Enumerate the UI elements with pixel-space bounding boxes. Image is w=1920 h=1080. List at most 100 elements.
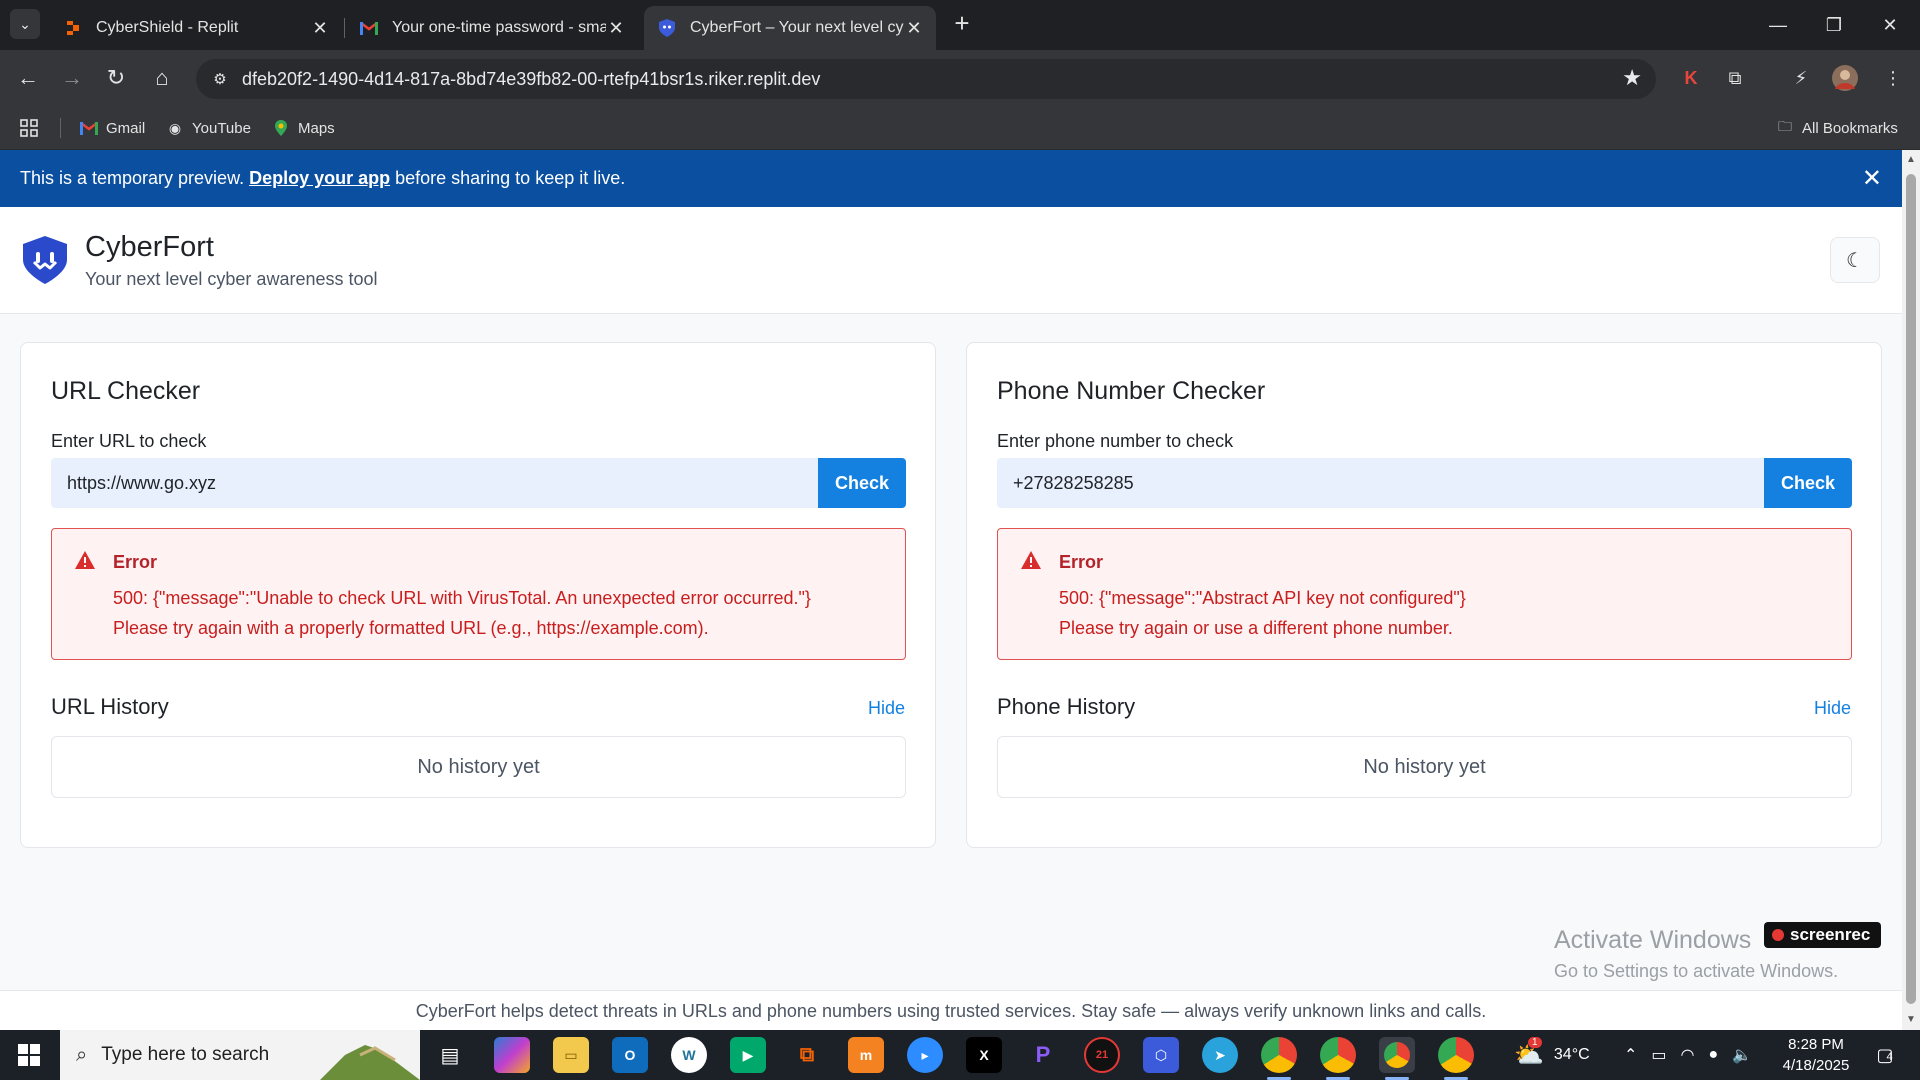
all-bookmarks[interactable]: 🗀 All Bookmarks bbox=[1776, 116, 1898, 140]
moon-icon: ☾ bbox=[1846, 249, 1864, 272]
app-subtitle: Your next level cyber awareness tool bbox=[85, 269, 378, 289]
chrome-active-icon[interactable] bbox=[1379, 1037, 1415, 1080]
phone-field-label: Enter phone number to check bbox=[997, 431, 1234, 451]
bookmark-maps[interactable]: Maps bbox=[272, 116, 335, 140]
bookmark-youtube[interactable]: ◉ YouTube bbox=[166, 116, 251, 140]
phone-input[interactable] bbox=[997, 458, 1765, 508]
check-phone-button[interactable]: Check bbox=[1764, 458, 1852, 508]
bookmark-divider bbox=[60, 118, 61, 138]
card-title: URL Checker bbox=[51, 377, 201, 405]
close-tab-icon[interactable]: ✕ bbox=[310, 18, 330, 39]
bookmark-star-icon[interactable]: ★ bbox=[1622, 65, 1642, 91]
close-tab-icon[interactable]: ✕ bbox=[904, 18, 924, 39]
chrome-alt-icon[interactable] bbox=[1438, 1037, 1474, 1080]
close-window-icon[interactable]: ✕ bbox=[1862, 0, 1918, 50]
windows-taskbar: ⌕ Type here to search ▤ ▭ O W ▶ ⧉ m ▸ X … bbox=[0, 1030, 1920, 1080]
page-scrollbar[interactable]: ▲ ▼ bbox=[1902, 150, 1920, 1030]
profile-avatar[interactable] bbox=[1830, 63, 1860, 93]
folder-icon: 🗀 bbox=[1778, 118, 1792, 134]
back-icon[interactable]: ← bbox=[10, 60, 46, 96]
hide-history-link[interactable]: Hide bbox=[868, 698, 905, 719]
url-text[interactable]: dfeb20f2-1490-4d14-817a-8bd74e39fb82-00-… bbox=[242, 69, 820, 90]
banner-text-suffix: before sharing to keep it live. bbox=[395, 168, 626, 188]
app-title: CyberFort bbox=[85, 231, 214, 263]
history-empty: No history yet bbox=[51, 736, 906, 798]
dark-mode-toggle[interactable]: ☾ bbox=[1830, 237, 1880, 283]
taskbar-clock[interactable]: 8:28 PM 4/18/2025 bbox=[1766, 1034, 1866, 1076]
app-orange-icon[interactable]: m bbox=[848, 1037, 884, 1073]
forward-icon[interactable]: → bbox=[54, 60, 90, 96]
preview-banner: This is a temporary preview. Deploy your… bbox=[0, 150, 1902, 207]
wifi-icon[interactable]: ◠ bbox=[1681, 1045, 1695, 1065]
chevron-up-icon[interactable]: ⌃ bbox=[1624, 1045, 1637, 1065]
tab-cyberfort[interactable]: CyberFort – Your next level cyber ✕ bbox=[644, 6, 936, 50]
scroll-thumb[interactable] bbox=[1906, 174, 1916, 1004]
card-title: Phone Number Checker bbox=[997, 377, 1266, 405]
weather-icon: ⛅ 1 bbox=[1514, 1036, 1544, 1069]
url-input[interactable] bbox=[51, 458, 819, 508]
replit-taskbar-icon[interactable]: ⧉ bbox=[789, 1037, 825, 1073]
task-view-icon[interactable]: ▤ bbox=[432, 1037, 468, 1073]
error-hint: Please try again with a properly formatt… bbox=[113, 618, 709, 638]
minimize-icon[interactable]: — bbox=[1750, 0, 1806, 50]
volume-icon[interactable]: 🔈 bbox=[1732, 1045, 1752, 1065]
hide-history-link[interactable]: Hide bbox=[1814, 698, 1851, 719]
microphone-icon[interactable]: ● bbox=[1709, 1046, 1719, 1064]
screenrec-label: screenrec bbox=[1790, 925, 1871, 944]
close-icon[interactable]: ✕ bbox=[1862, 164, 1882, 193]
check-url-button[interactable]: Check bbox=[818, 458, 906, 508]
tab-cybershield-replit[interactable]: CyberShield - Replit ✕ bbox=[50, 6, 342, 50]
scroll-up-icon[interactable]: ▲ bbox=[1906, 154, 1916, 165]
search-icon: ⌕ bbox=[76, 1043, 88, 1066]
cyberfort-icon bbox=[658, 19, 676, 37]
weather-badge: 1 bbox=[1528, 1036, 1542, 1048]
restore-icon[interactable]: ❐ bbox=[1806, 0, 1862, 50]
x-icon[interactable]: X bbox=[966, 1037, 1002, 1073]
meet-icon[interactable]: ▶ bbox=[730, 1037, 766, 1073]
bookmarks-bar: Gmail ◉ YouTube Maps 🗀 All Bookmarks bbox=[0, 106, 1920, 150]
tab-title: CyberShield - Replit bbox=[96, 19, 239, 36]
telegram-icon[interactable]: ➤ bbox=[1202, 1037, 1238, 1073]
browser-menu-icon[interactable]: ⋮ bbox=[1878, 63, 1908, 93]
url-checker-card: URL Checker Enter URL to check Check Err… bbox=[20, 342, 936, 848]
bookmark-gmail[interactable]: Gmail bbox=[80, 116, 145, 140]
system-tray: ⌃ ▭ ◠ ● 🔈 bbox=[1624, 1030, 1752, 1080]
scroll-down-icon[interactable]: ▼ bbox=[1906, 1014, 1916, 1025]
error-alert: Error 500: {"message":"Abstract API key … bbox=[997, 528, 1852, 660]
chrome-icon[interactable] bbox=[1261, 1037, 1297, 1080]
app-21-icon[interactable]: 21 bbox=[1084, 1037, 1120, 1073]
page-footer: CyberFort helps detect threats in URLs a… bbox=[0, 990, 1902, 1030]
file-explorer-icon[interactable]: ▭ bbox=[553, 1037, 589, 1073]
extension-k-icon[interactable]: K bbox=[1676, 63, 1706, 93]
tab-search-button[interactable]: ⌄ bbox=[10, 9, 40, 39]
all-bookmarks-label: All Bookmarks bbox=[1802, 119, 1898, 137]
app-hexagon-icon[interactable]: ⬡ bbox=[1143, 1037, 1179, 1073]
battery-icon[interactable]: ▭ bbox=[1651, 1045, 1666, 1065]
deploy-link[interactable]: Deploy your app bbox=[249, 168, 390, 189]
zoom-icon[interactable]: ▸ bbox=[907, 1037, 943, 1073]
tab-one-time-password[interactable]: Your one-time password - smart ✕ bbox=[346, 6, 638, 50]
chrome-profile-icon[interactable] bbox=[1320, 1037, 1356, 1080]
notifications-icon[interactable]: ▢ 4 bbox=[1868, 1038, 1902, 1072]
taskbar-search[interactable]: ⌕ Type here to search bbox=[60, 1030, 420, 1080]
weather-temp: 34°C bbox=[1553, 1046, 1590, 1063]
apps-grid-icon[interactable] bbox=[20, 116, 38, 140]
address-bar[interactable]: ⚙ dfeb20f2-1490-4d14-817a-8bd74e39fb82-0… bbox=[196, 59, 1656, 99]
close-tab-icon[interactable]: ✕ bbox=[606, 18, 626, 39]
globe-icon: ◉ bbox=[168, 119, 182, 136]
outlook-icon[interactable]: O bbox=[612, 1037, 648, 1073]
reload-icon[interactable]: ↻ bbox=[98, 60, 134, 96]
weather-widget[interactable]: ⛅ 1 34°C bbox=[1514, 1030, 1590, 1080]
windows-start-icon[interactable] bbox=[0, 1030, 58, 1080]
replit-icon bbox=[64, 19, 82, 37]
home-icon[interactable]: ⌂ bbox=[144, 60, 180, 96]
warning-icon bbox=[1021, 551, 1041, 569]
copilot-icon[interactable] bbox=[494, 1037, 530, 1073]
site-info-icon[interactable]: ⚙ bbox=[206, 65, 234, 93]
extensions-puzzle-icon[interactable]: ⧉ bbox=[1720, 63, 1750, 93]
warning-icon bbox=[75, 551, 95, 569]
wordpress-icon[interactable]: W bbox=[671, 1037, 707, 1073]
new-tab-button[interactable]: + bbox=[948, 10, 976, 38]
app-p-icon[interactable]: P bbox=[1025, 1037, 1061, 1073]
performance-icon[interactable]: ⚡ bbox=[1786, 63, 1816, 93]
